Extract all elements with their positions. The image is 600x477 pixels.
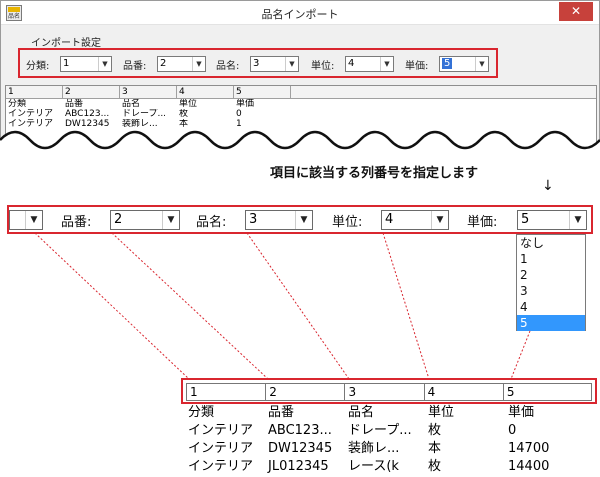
chevron-down-icon: ▼ (25, 211, 42, 229)
grid-cell: レース(k (348, 459, 399, 474)
grid-cell: DW12345 (268, 441, 333, 456)
product-name-label: 品名: (216, 61, 240, 72)
grid-cell: 本 (428, 441, 442, 456)
column-settings-group: 分類: 1 ▼ 品番: 2 ▼ 品名: 3 ▼ 単位: 4 ▼ 単価: 5 ▼ (18, 48, 498, 78)
chevron-down-icon: ▼ (98, 57, 111, 71)
chevron-down-icon: ▼ (569, 211, 586, 229)
grid-cell: 装飾レ... (348, 441, 400, 456)
chevron-down-icon: ▼ (162, 211, 179, 229)
connector-line (246, 232, 350, 380)
arrow-down-icon: ↓ (542, 178, 554, 194)
grid-cell: 単価 (236, 99, 255, 109)
table-row: インテリア DW12345 装飾レ... 本 14700 (185, 440, 595, 458)
dropdown-option-selected[interactable]: 5 (517, 315, 585, 331)
zoomed-grid-header: 1 2 3 4 5 (181, 378, 597, 404)
category-select[interactable]: 1 ▼ (60, 56, 112, 72)
chevron-down-icon: ▼ (295, 211, 312, 229)
unit-select[interactable]: 4 ▼ (345, 56, 394, 72)
grid-cell: 14400 (508, 459, 550, 474)
chevron-down-icon: ▼ (380, 57, 393, 71)
part-number-label: 品番: (61, 215, 92, 230)
close-button[interactable]: ✕ (559, 2, 593, 21)
table-row: インテリア JL012345 レース(k 枚 14400 (185, 458, 595, 476)
grid-header-cell: 3 (345, 384, 425, 400)
grid-header-cell: 2 (63, 86, 120, 98)
chevron-down-icon: ▼ (431, 211, 448, 229)
connector-line (111, 232, 269, 380)
torn-edge-divider (0, 130, 600, 158)
part-number-label: 品番: (123, 61, 147, 72)
unit-price-label: 単価: (467, 215, 498, 230)
connector-line (510, 330, 531, 380)
window-title: 品名インポート (261, 8, 339, 21)
category-select-partial[interactable]: ▼ (9, 210, 43, 230)
grid-cell: 単位 (179, 99, 198, 109)
grid-cell: 0 (508, 423, 517, 438)
title-bar: 品名 品名インポート ✕ (1, 1, 599, 25)
grid-cell: 品名 (122, 99, 141, 109)
grid-cell: 単位 (428, 405, 455, 420)
product-name-select[interactable]: 3 ▼ (245, 210, 313, 230)
grid-cell: 14700 (508, 441, 550, 456)
grid-cell: 枚 (428, 459, 442, 474)
grid-cell: インテリア (188, 441, 254, 456)
chevron-down-icon: ▼ (192, 57, 205, 71)
part-number-select[interactable]: 2 ▼ (110, 210, 180, 230)
table-row: 分類 品番 品名 単位 単価 (6, 99, 596, 109)
grid-header-cell: 2 (266, 384, 346, 400)
grid-header: 1 2 3 4 5 (6, 86, 596, 99)
grid-cell: インテリア (188, 423, 254, 438)
root: { "window": { "title": "品名インポート", "app_i… (0, 0, 600, 477)
grid-header-cell: 3 (120, 86, 177, 98)
unit-price-label: 単価: (405, 61, 429, 72)
product-name-select[interactable]: 3 ▼ (250, 56, 299, 72)
grid-header-cell: 5 (234, 86, 291, 98)
grid-header-cell: 5 (506, 385, 515, 399)
grid-header-cell: 1 (187, 384, 267, 400)
category-label: 分類: (26, 61, 50, 72)
unit-label: 単位: (311, 61, 335, 72)
zoomed-grid-rows: 分類 品番 品名 単位 単価 インテリア ABC123... ドレープ... 枚 0 インテリア… (185, 404, 595, 477)
grid-cell: 枚 (428, 423, 442, 438)
unit-price-select[interactable]: 5 ▼ (439, 56, 489, 72)
connector-line (382, 232, 430, 380)
grid-header-spacer (291, 86, 596, 98)
unit-label: 単位: (332, 215, 363, 230)
table-row: インテリア ABC123... ドレープ... 枚 0 (185, 422, 595, 440)
import-settings-label: インポート設定 (31, 38, 101, 49)
grid-cell: 分類 (188, 405, 215, 420)
grid-cell: 単価 (508, 405, 535, 420)
grid-cell: ABC123... (268, 423, 332, 438)
dropdown-option[interactable]: 2 (517, 267, 585, 283)
unit-select[interactable]: 4 ▼ (381, 210, 449, 230)
chevron-down-icon: ▼ (285, 57, 298, 71)
dropdown-option[interactable]: なし (517, 235, 585, 251)
grid-cell: 分類 (8, 99, 27, 109)
grid-cell: 品番 (65, 99, 84, 109)
instruction-text: 項目に該当する列番号を指定します (270, 166, 479, 181)
dropdown-option[interactable]: 1 (517, 251, 585, 267)
zoomed-settings-strip: ▼ 品番: 2 ▼ 品名: 3 ▼ 単位: 4 ▼ 単価: 5 ▼ (7, 205, 593, 234)
part-number-select[interactable]: 2 ▼ (157, 56, 206, 72)
grid-header-cell: 4 (177, 86, 234, 98)
product-name-label: 品名: (196, 215, 227, 230)
grid-cell: インテリア (188, 459, 254, 474)
grid-header-cell: 1 (6, 86, 63, 98)
table-row: 分類 品番 品名 単位 単価 (185, 404, 595, 422)
unit-price-dropdown-list: なし 1 2 3 4 5 (516, 234, 586, 331)
dropdown-option[interactable]: 4 (517, 299, 585, 315)
connector-line (34, 232, 190, 380)
grid-cell: 品名 (348, 405, 375, 420)
grid-cell: JL012345 (268, 459, 329, 474)
chevron-down-icon: ▼ (475, 57, 488, 71)
grid-cell: ドレープ... (348, 423, 412, 438)
grid-header-cell: 4 (425, 384, 504, 400)
grid-cell: 品番 (268, 405, 295, 420)
unit-price-select[interactable]: 5 ▼ (517, 210, 587, 230)
dropdown-option[interactable]: 3 (517, 283, 585, 299)
